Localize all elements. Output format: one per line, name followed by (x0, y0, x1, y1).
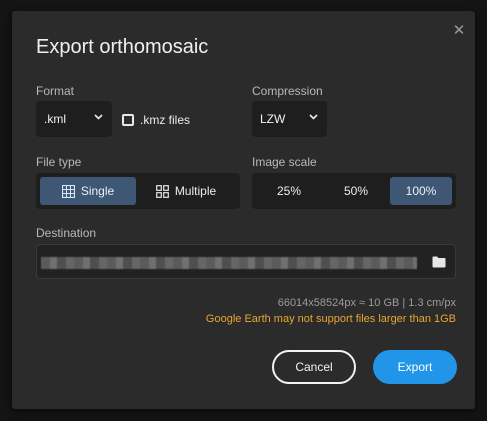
file-type-multiple-label: Multiple (174, 184, 217, 198)
destination-label: Destination (36, 226, 97, 240)
destination-field[interactable] (36, 244, 456, 279)
compression-select[interactable]: LZW (252, 101, 327, 137)
scale-50-label: 50% (343, 184, 369, 198)
cancel-button[interactable]: Cancel (272, 350, 356, 384)
chevron-down-icon (94, 114, 103, 120)
format-label: Format (36, 84, 75, 98)
file-type-label: File type (36, 155, 82, 169)
scale-100[interactable]: 100% (390, 177, 452, 205)
file-type-single-label: Single (80, 184, 115, 198)
dialog-title: Export orthomosaic (36, 36, 209, 58)
compression-value: LZW (260, 112, 286, 126)
file-type-multiple[interactable]: Multiple (136, 177, 236, 205)
format-select[interactable]: .kml (36, 101, 112, 137)
tiles-icon (155, 184, 169, 198)
scale-25-label: 25% (276, 184, 302, 198)
export-button[interactable]: Export (373, 350, 457, 384)
destination-path-redacted (41, 257, 417, 269)
image-scale-label: Image scale (252, 155, 317, 169)
folder-icon[interactable] (432, 256, 446, 268)
chevron-down-icon (309, 114, 318, 120)
format-value: .kml (44, 112, 66, 126)
close-icon[interactable]: ✕ (452, 23, 466, 38)
kmz-checkbox-label: .kmz files (140, 113, 191, 127)
file-type-segmented: Single Multiple (36, 173, 240, 209)
scale-100-label: 100% (405, 184, 437, 198)
export-dialog: ✕ Export orthomosaic Format .kml .kmz fi… (12, 11, 475, 409)
compression-label: Compression (252, 84, 323, 98)
image-scale-segmented: 25% 50% 100% (252, 173, 456, 209)
scale-50[interactable]: 50% (322, 177, 390, 205)
file-type-single[interactable]: Single (40, 177, 136, 205)
scale-25[interactable]: 25% (256, 177, 322, 205)
size-warning: Google Earth may not support files large… (205, 313, 456, 325)
export-size-info: 66014x58524px ≈ 10 GB | 1.3 cm/px (277, 297, 456, 309)
kmz-checkbox-box[interactable] (122, 114, 134, 126)
grid-icon (61, 184, 75, 198)
kmz-checkbox[interactable]: .kmz files (122, 113, 190, 127)
